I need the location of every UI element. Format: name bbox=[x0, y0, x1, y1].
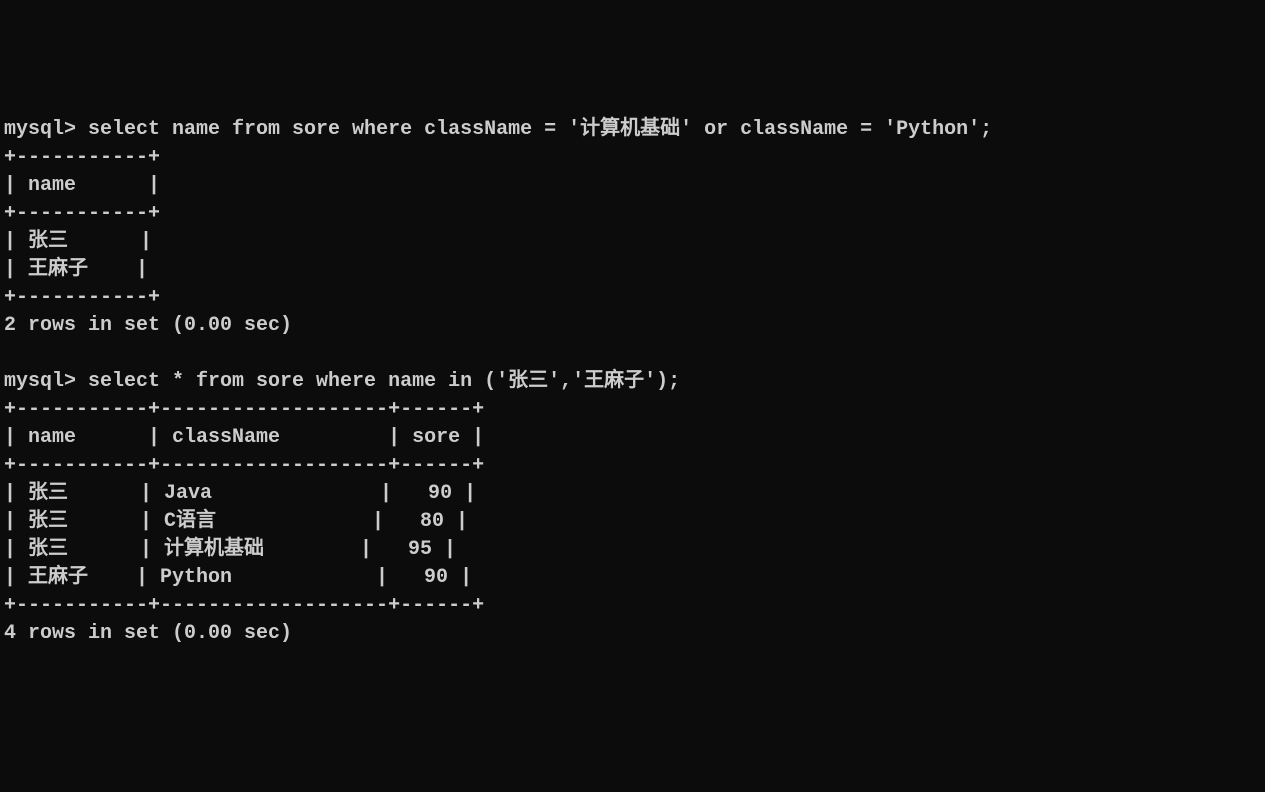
table2-row: | 王麻子 | Python | 90 | bbox=[4, 566, 472, 589]
table1-border-top: +-----------+ bbox=[4, 146, 160, 169]
sql-query-2: select * from sore where name in ('张三','… bbox=[88, 370, 680, 393]
table1-row: | 张三 | bbox=[4, 230, 152, 253]
table2-border-top: +-----------+-------------------+------+ bbox=[4, 398, 484, 421]
table2-row: | 张三 | Java | 90 | bbox=[4, 482, 476, 505]
table2-border-bot: +-----------+-------------------+------+ bbox=[4, 594, 484, 617]
table1-border-mid: +-----------+ bbox=[4, 202, 160, 225]
query1-summary: 2 rows in set (0.00 sec) bbox=[4, 314, 292, 337]
table2-border-mid: +-----------+-------------------+------+ bbox=[4, 454, 484, 477]
table1-border-bot: +-----------+ bbox=[4, 286, 160, 309]
table1-row: | 王麻子 | bbox=[4, 258, 148, 281]
table1-header: | name | bbox=[4, 174, 160, 197]
terminal-output[interactable]: mysql> select name from sore where class… bbox=[4, 116, 1261, 648]
mysql-prompt: mysql> bbox=[4, 118, 88, 141]
mysql-prompt: mysql> bbox=[4, 370, 88, 393]
query2-summary: 4 rows in set (0.00 sec) bbox=[4, 622, 292, 645]
table2-row: | 张三 | C语言 | 80 | bbox=[4, 510, 468, 533]
sql-query-1: select name from sore where className = … bbox=[88, 118, 992, 141]
table2-row: | 张三 | 计算机基础 | 95 | bbox=[4, 538, 456, 561]
table2-header: | name | className | sore | bbox=[4, 426, 484, 449]
